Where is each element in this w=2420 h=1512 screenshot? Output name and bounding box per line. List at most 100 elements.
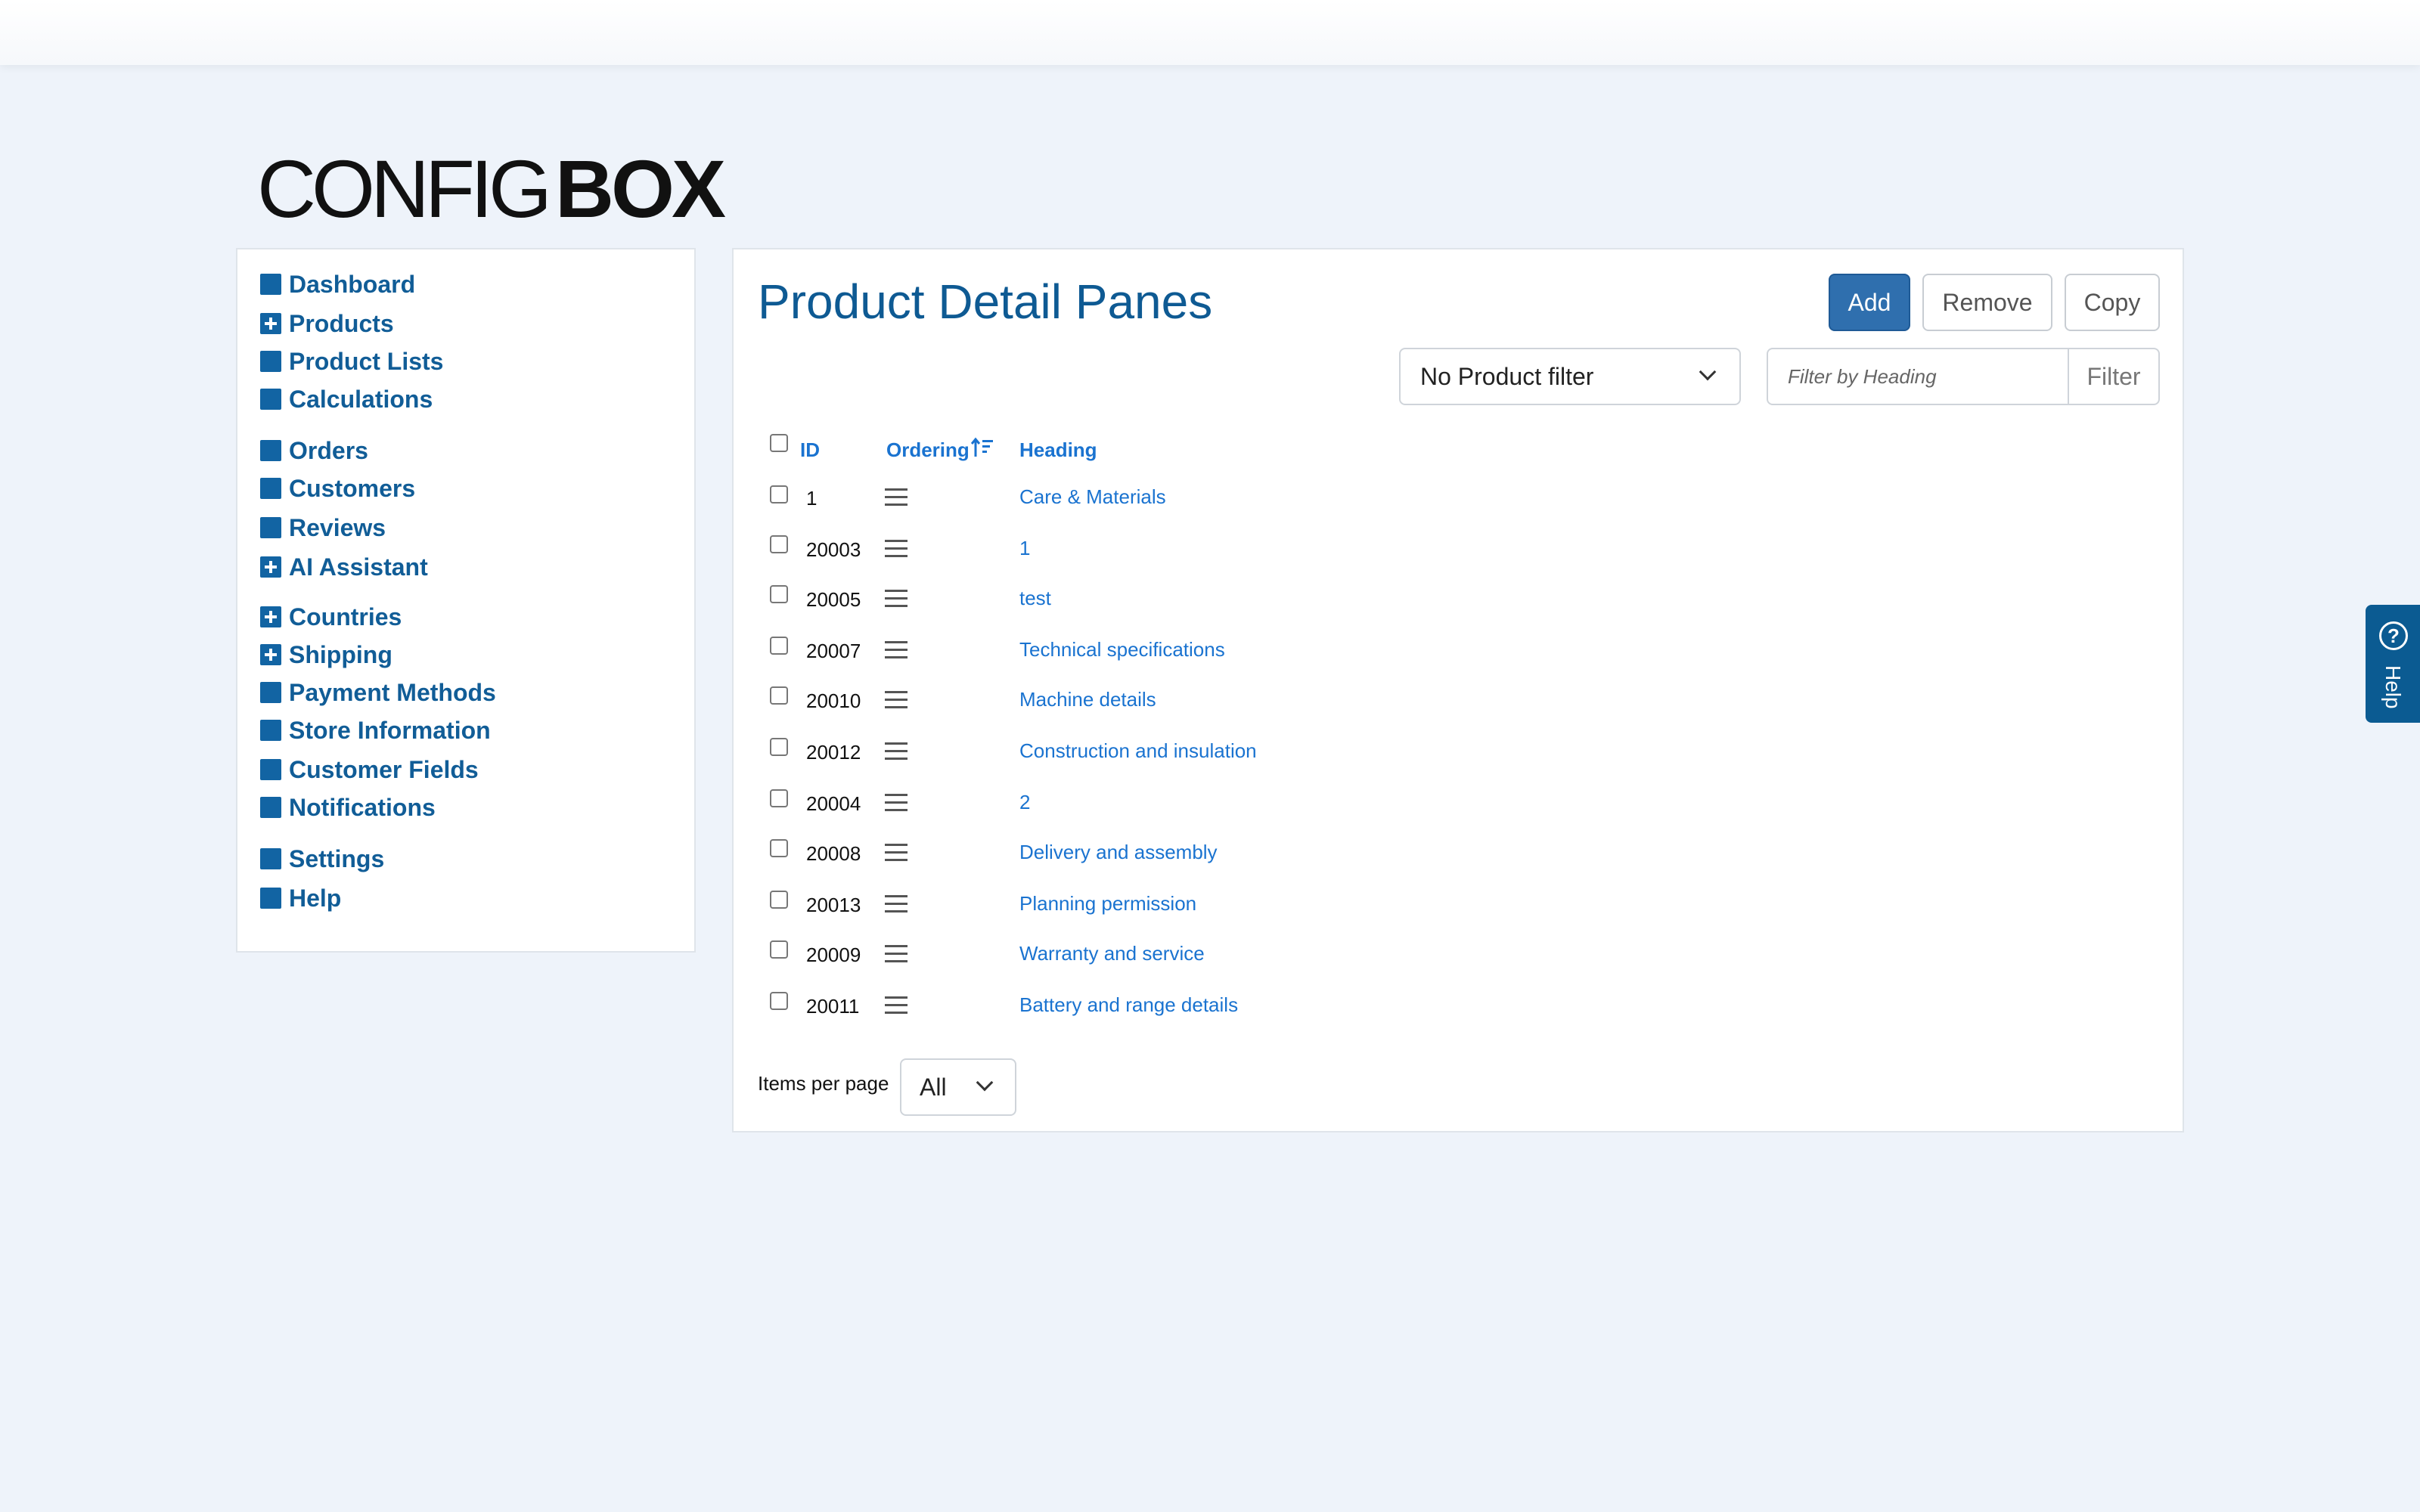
row-checkbox[interactable]: [770, 535, 788, 553]
chevron-down-icon: [1699, 363, 1717, 381]
row-checkbox[interactable]: [770, 485, 788, 503]
drag-handle-icon[interactable]: [885, 742, 908, 761]
sidebar-item-store-information[interactable]: Store Information: [260, 715, 491, 745]
copy-button[interactable]: Copy: [2065, 274, 2160, 331]
row-checkbox[interactable]: [770, 637, 788, 655]
sidebar-nav: Dashboard Products Product Lists Calcula…: [236, 248, 696, 953]
sidebar-item-label: Calculations: [289, 385, 433, 413]
plus-square-icon[interactable]: [260, 556, 281, 578]
sidebar-item-orders[interactable]: Orders: [260, 435, 368, 466]
square-icon: [260, 720, 281, 741]
square-icon: [260, 389, 281, 410]
row-checkbox[interactable]: [770, 738, 788, 756]
remove-button[interactable]: Remove: [1922, 274, 2052, 331]
main-panel: Product Detail Panes Add Remove Copy No …: [732, 248, 2184, 1132]
drag-handle-icon[interactable]: [885, 641, 908, 659]
row-heading-link[interactable]: Technical specifications: [1019, 638, 1225, 662]
column-header-heading[interactable]: Heading: [1019, 438, 1097, 462]
plus-square-icon[interactable]: [260, 644, 281, 665]
column-header-id[interactable]: ID: [800, 438, 820, 462]
sidebar-item-label: Shipping: [289, 640, 392, 668]
row-id: 20011: [806, 995, 860, 1018]
sidebar-item-ai-assistant[interactable]: AI Assistant: [260, 552, 428, 582]
square-icon: [260, 888, 281, 909]
drag-handle-icon[interactable]: [885, 540, 908, 558]
sidebar-item-customers[interactable]: Customers: [260, 473, 415, 503]
sidebar-item-payment-methods[interactable]: Payment Methods: [260, 677, 496, 708]
plus-square-icon[interactable]: [260, 606, 281, 627]
row-heading-link[interactable]: 1: [1019, 537, 1030, 560]
row-heading-link[interactable]: Planning permission: [1019, 892, 1196, 916]
product-filter-select[interactable]: No Product filter: [1399, 348, 1741, 405]
sidebar-item-settings[interactable]: Settings: [260, 844, 384, 874]
row-heading-link[interactable]: Warranty and service: [1019, 942, 1205, 965]
sidebar-item-label: Notifications: [289, 793, 436, 821]
drag-handle-icon[interactable]: [885, 488, 908, 507]
select-all-checkbox[interactable]: [770, 434, 788, 452]
help-tab-label: Help: [2381, 665, 2405, 709]
sidebar-item-customer-fields[interactable]: Customer Fields: [260, 754, 479, 785]
items-per-page-select[interactable]: All: [900, 1058, 1016, 1116]
plus-square-icon[interactable]: [260, 313, 281, 334]
square-icon: [260, 351, 281, 372]
sidebar-item-label: Product Lists: [289, 347, 444, 375]
row-heading-link[interactable]: test: [1019, 587, 1051, 610]
square-icon: [260, 517, 281, 538]
row-id: 20010: [806, 689, 861, 712]
sidebar-item-calculations[interactable]: Calculations: [260, 384, 433, 414]
items-per-page-value: All: [920, 1073, 947, 1101]
sidebar-item-products[interactable]: Products: [260, 308, 394, 339]
sidebar-item-label: Store Information: [289, 716, 491, 744]
row-checkbox[interactable]: [770, 839, 788, 857]
sidebar-item-label: Customers: [289, 474, 416, 502]
sidebar-item-label: Settings: [289, 844, 385, 872]
sidebar-item-help[interactable]: Help: [260, 883, 341, 913]
sidebar-item-label: Countries: [289, 603, 402, 631]
drag-handle-icon[interactable]: [885, 945, 908, 963]
row-checkbox[interactable]: [770, 789, 788, 807]
row-checkbox[interactable]: [770, 686, 788, 705]
sidebar-item-label: Help: [289, 884, 342, 912]
square-icon: [260, 848, 281, 869]
column-header-ordering[interactable]: Ordering: [886, 438, 970, 462]
row-checkbox[interactable]: [770, 891, 788, 909]
row-heading-link[interactable]: Machine details: [1019, 688, 1156, 711]
row-heading-link[interactable]: Delivery and assembly: [1019, 841, 1218, 864]
sidebar-item-product-lists[interactable]: Product Lists: [260, 346, 443, 376]
add-button[interactable]: Add: [1829, 274, 1910, 331]
row-id: 20013: [806, 894, 861, 916]
row-checkbox[interactable]: [770, 992, 788, 1010]
sidebar-item-label: Dashboard: [289, 270, 416, 298]
row-checkbox[interactable]: [770, 940, 788, 959]
sidebar-item-countries[interactable]: Countries: [260, 602, 402, 632]
drag-handle-icon[interactable]: [885, 691, 908, 709]
square-icon: [260, 440, 281, 461]
sidebar-item-reviews[interactable]: Reviews: [260, 513, 386, 543]
row-heading-link[interactable]: Care & Materials: [1019, 485, 1166, 509]
heading-filter-group: Filter: [1767, 348, 2160, 405]
row-id: 20008: [806, 842, 861, 865]
drag-handle-icon[interactable]: [885, 844, 908, 862]
drag-handle-icon[interactable]: [885, 996, 908, 1015]
sort-ascending-icon[interactable]: [971, 437, 994, 458]
row-id: 20007: [806, 640, 861, 662]
row-id: 20005: [806, 588, 861, 611]
sidebar-item-notifications[interactable]: Notifications: [260, 792, 436, 823]
row-checkbox[interactable]: [770, 585, 788, 603]
sidebar-item-label: Orders: [289, 436, 368, 464]
filter-button[interactable]: Filter: [2068, 349, 2158, 404]
drag-handle-icon[interactable]: [885, 895, 908, 913]
sidebar-item-label: AI Assistant: [289, 553, 428, 581]
drag-handle-icon[interactable]: [885, 590, 908, 608]
heading-filter-input[interactable]: [1768, 349, 2068, 404]
drag-handle-icon[interactable]: [885, 794, 908, 812]
row-heading-link[interactable]: Battery and range details: [1019, 993, 1238, 1017]
page-title: Product Detail Panes: [758, 274, 1213, 329]
sidebar-item-shipping[interactable]: Shipping: [260, 640, 392, 670]
sidebar-item-label: Products: [289, 309, 394, 337]
row-id: 20009: [806, 943, 861, 966]
help-side-tab[interactable]: ? Help: [2366, 605, 2420, 723]
row-heading-link[interactable]: 2: [1019, 791, 1030, 814]
sidebar-item-dashboard[interactable]: Dashboard: [260, 269, 415, 299]
row-heading-link[interactable]: Construction and insulation: [1019, 739, 1257, 763]
